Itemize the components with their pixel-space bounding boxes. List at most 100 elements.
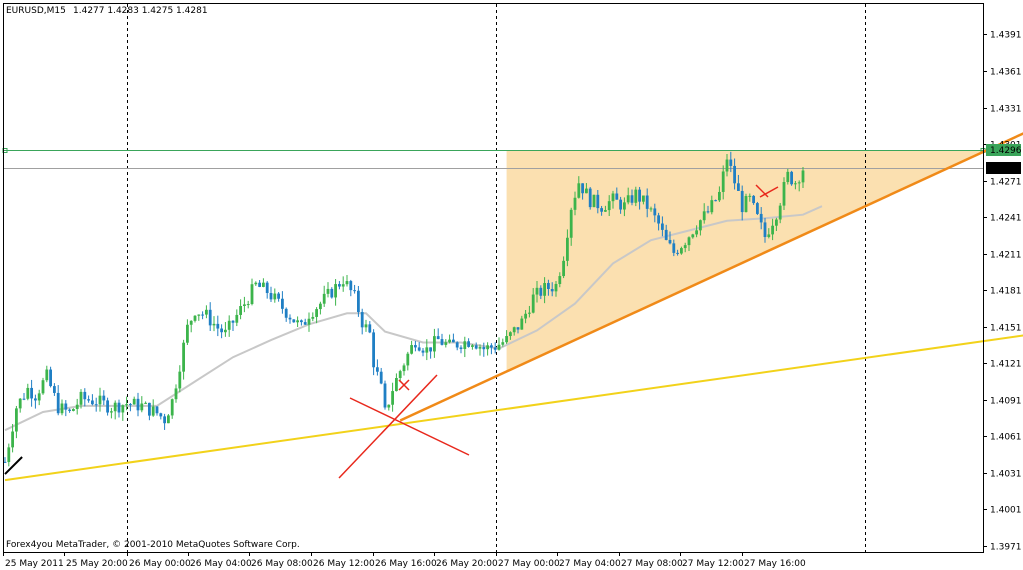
bull-candle xyxy=(543,283,546,296)
bull-candle xyxy=(364,324,368,328)
bull-candle xyxy=(235,314,239,323)
price-tick-label: 1.4121 xyxy=(990,360,1022,370)
bear-candle xyxy=(737,183,740,191)
bear-candle xyxy=(87,399,90,401)
bull-candle xyxy=(569,209,573,238)
bull-candle xyxy=(425,347,429,353)
bull-candle xyxy=(307,318,311,325)
time-tick-label: 26 May 08:00 xyxy=(251,559,313,569)
bear-candle xyxy=(269,293,273,300)
bear-candle xyxy=(581,183,584,194)
metatrader-chart-window[interactable]: 1.43911.43611.43311.43011.42711.42411.42… xyxy=(0,0,1023,570)
bear-candle xyxy=(284,308,288,318)
current-price-label: 1.4281 xyxy=(990,164,1022,174)
bull-candle xyxy=(782,182,786,206)
time-tick-label: 27 May 08:00 xyxy=(621,559,683,569)
header-symbol: EURUSD,M15 xyxy=(6,6,66,16)
bear-candle xyxy=(22,398,26,400)
bear-candle xyxy=(68,409,71,411)
price-tick-label: 1.4061 xyxy=(990,433,1022,443)
bear-candle xyxy=(474,345,478,349)
bull-candle xyxy=(227,320,231,330)
bear-candle xyxy=(706,211,710,213)
bull-candle xyxy=(72,409,75,411)
bear-candle xyxy=(759,213,763,223)
bear-candle xyxy=(208,309,212,326)
bear-candle xyxy=(756,203,759,214)
bear-candle xyxy=(615,193,619,200)
bear-candle xyxy=(106,400,109,413)
bear-candle xyxy=(148,402,151,416)
bear-candle xyxy=(155,406,159,414)
bull-candle xyxy=(212,323,216,326)
bear-candle xyxy=(53,386,56,393)
bull-candle xyxy=(626,195,630,203)
bull-candle xyxy=(311,316,315,319)
bull-candle xyxy=(402,365,406,372)
bear-candle xyxy=(790,171,793,185)
time-tick-label: 27 May 16:00 xyxy=(744,559,806,569)
bull-candle xyxy=(262,282,265,287)
bear-candle xyxy=(288,317,292,320)
time-tick-label: 27 May 00:00 xyxy=(498,559,560,569)
bear-candle xyxy=(376,367,379,372)
bull-candle xyxy=(528,312,531,314)
bull-candle xyxy=(642,195,645,202)
bear-candle xyxy=(596,194,600,209)
bear-candle xyxy=(258,282,261,287)
bull-candle xyxy=(771,225,774,235)
bull-candle xyxy=(558,276,562,284)
bull-candle xyxy=(406,353,410,366)
bear-candle xyxy=(733,165,736,184)
bear-candle xyxy=(653,208,657,216)
bull-candle xyxy=(680,248,683,254)
bull-candle xyxy=(132,398,136,405)
bull-candle xyxy=(170,399,174,416)
bull-candle xyxy=(778,205,782,220)
bull-candle xyxy=(775,219,778,226)
bear-candle xyxy=(379,371,383,384)
bull-candle xyxy=(577,183,581,198)
bear-candle xyxy=(493,347,497,350)
bull-candle xyxy=(531,294,535,313)
bull-candle xyxy=(121,405,125,413)
bear-candle xyxy=(303,322,307,325)
bull-candle xyxy=(37,393,41,401)
bear-candle xyxy=(159,413,163,417)
bear-candle xyxy=(353,290,356,292)
bull-candle xyxy=(334,284,337,298)
price-chart[interactable]: 1.43911.43611.43311.43011.42711.42411.42… xyxy=(0,0,1023,570)
bull-candle xyxy=(512,327,516,333)
bear-candle xyxy=(220,328,223,333)
bull-candle xyxy=(110,411,113,413)
bull-candle xyxy=(246,304,250,306)
bear-candle xyxy=(619,199,622,210)
bull-candle xyxy=(471,345,474,347)
bull-candle xyxy=(623,202,626,210)
bull-candle xyxy=(7,447,11,463)
bull-candle xyxy=(243,304,246,306)
bear-candle xyxy=(338,284,341,287)
bull-candle xyxy=(391,391,394,405)
bull-candle xyxy=(786,171,790,183)
bull-candle xyxy=(341,284,345,287)
bear-candle xyxy=(56,392,60,414)
bear-candle xyxy=(550,288,554,292)
bull-candle xyxy=(254,282,258,285)
bull-candle xyxy=(744,196,748,213)
price-tick-label: 1.4361 xyxy=(990,68,1022,78)
bull-candle xyxy=(725,159,729,172)
bull-candle xyxy=(509,332,512,337)
bull-candle xyxy=(410,345,413,354)
bear-candle xyxy=(539,287,543,296)
time-tick-label: 26 May 20:00 xyxy=(436,559,498,569)
bear-candle xyxy=(83,391,87,400)
bull-candle xyxy=(444,342,448,345)
bear-candle xyxy=(129,404,132,406)
bull-candle xyxy=(433,336,436,352)
bull-candle xyxy=(748,195,752,197)
bull-candle xyxy=(18,398,22,409)
bear-candle xyxy=(630,195,634,203)
bear-candle xyxy=(440,339,444,345)
bear-candle xyxy=(645,195,649,209)
